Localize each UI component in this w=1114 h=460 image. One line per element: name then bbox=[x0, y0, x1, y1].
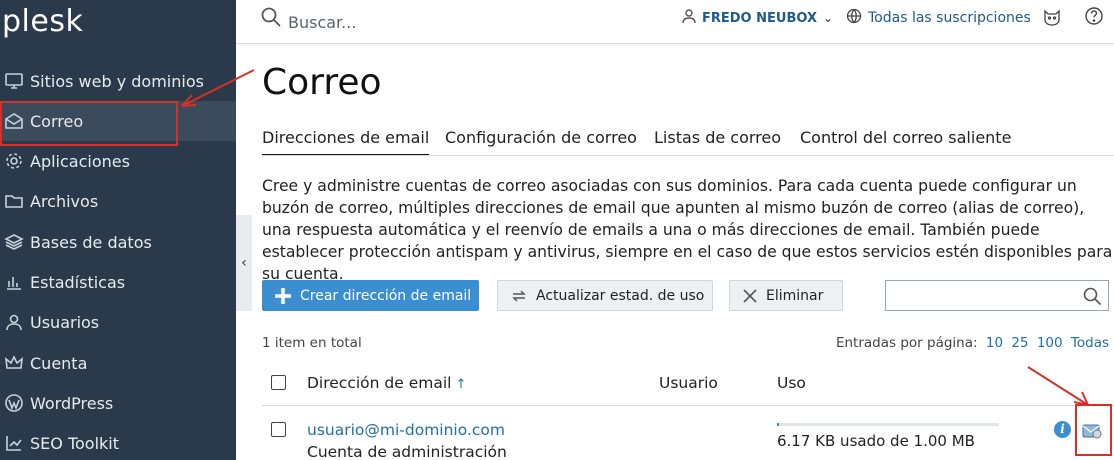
sidebar-collapse-button[interactable]: ‹ bbox=[236, 215, 252, 311]
tab-email-addresses[interactable]: Direcciones de email bbox=[262, 126, 430, 156]
tab-mail-settings[interactable]: Configuración de correo bbox=[445, 126, 637, 156]
sidebar-item-label: Usuarios bbox=[30, 312, 100, 332]
per-page-option-25[interactable]: 25 bbox=[1011, 335, 1028, 351]
sidebar-item-label: Sitios web y dominios bbox=[30, 71, 204, 91]
delete-label: Eliminar bbox=[766, 287, 824, 304]
per-page-option-10[interactable]: 10 bbox=[986, 335, 1003, 351]
email-account-type: Cuenta de administración bbox=[307, 443, 507, 460]
usage-bar-fill bbox=[777, 423, 780, 426]
page-title: Correo bbox=[262, 62, 382, 103]
sidebar-item-files[interactable]: Archivos bbox=[0, 181, 236, 221]
database-icon bbox=[3, 231, 25, 253]
list-search bbox=[885, 280, 1109, 311]
column-email[interactable]: Dirección de email ↑ bbox=[307, 374, 466, 392]
row-checkbox[interactable] bbox=[271, 422, 286, 437]
sidebar-item-users[interactable]: Usuarios bbox=[0, 302, 236, 342]
annotation-highlight-box bbox=[1075, 404, 1112, 456]
per-page-label: Entradas por página: bbox=[835, 335, 978, 351]
tab-mailing-lists[interactable]: Listas de correo bbox=[654, 126, 781, 156]
sidebar-item-label: WordPress bbox=[30, 393, 114, 413]
sidebar-item-label: Correo bbox=[30, 111, 84, 131]
close-icon bbox=[742, 288, 758, 304]
bar-chart-icon bbox=[3, 271, 25, 293]
sidebar-item-databases[interactable]: Bases de datos bbox=[0, 222, 236, 262]
column-email-label: Dirección de email bbox=[307, 374, 452, 392]
user-name: FREDO NEUBOX bbox=[702, 10, 817, 26]
mail-icon bbox=[3, 110, 25, 132]
sidebar: plesk Sitios web y dominios Correo Aplic… bbox=[0, 0, 236, 460]
info-icon[interactable]: i bbox=[1054, 421, 1071, 438]
search-icon bbox=[260, 6, 282, 32]
refresh-icon bbox=[510, 287, 528, 305]
user-icon bbox=[3, 311, 25, 333]
crown-icon bbox=[3, 352, 25, 374]
user-icon bbox=[682, 8, 696, 28]
column-usage[interactable]: Uso bbox=[777, 374, 806, 392]
sidebar-item-websites[interactable]: Sitios web y dominios bbox=[0, 61, 236, 101]
page-description: Cree y administre cuentas de correo asoc… bbox=[262, 177, 1113, 283]
help-icon[interactable] bbox=[1084, 6, 1104, 30]
update-usage-button[interactable]: Actualizar estad. de uso bbox=[497, 280, 713, 311]
tabs-divider bbox=[262, 155, 1114, 156]
usage-bar bbox=[777, 423, 999, 426]
sidebar-item-label: Bases de datos bbox=[30, 232, 152, 252]
sidebar-item-account[interactable]: Cuenta bbox=[0, 343, 236, 383]
delete-button[interactable]: Eliminar bbox=[729, 280, 843, 311]
folder-icon bbox=[3, 190, 25, 212]
gear-icon bbox=[3, 150, 25, 172]
subscriptions-label: Todas las suscripciones bbox=[868, 10, 1031, 26]
cat-icon[interactable] bbox=[1042, 7, 1062, 31]
seo-chart-icon bbox=[3, 432, 25, 454]
sidebar-item-statistics[interactable]: Estadísticas bbox=[0, 262, 236, 302]
sidebar-item-label: Cuenta bbox=[30, 353, 88, 373]
sidebar-item-applications[interactable]: Aplicaciones bbox=[0, 141, 236, 181]
usage-text: 6.17 KB usado de 1.00 MB bbox=[777, 432, 975, 450]
sidebar-item-label: Archivos bbox=[30, 191, 99, 211]
header-divider bbox=[262, 405, 1114, 406]
column-user[interactable]: Usuario bbox=[659, 374, 718, 392]
sidebar-item-seo-toolkit[interactable]: SEO Toolkit bbox=[0, 423, 236, 460]
items-total: 1 item en total bbox=[262, 335, 362, 351]
plus-icon bbox=[274, 287, 292, 305]
sidebar-item-mail[interactable]: Correo bbox=[0, 101, 236, 146]
plesk-logo[interactable]: plesk bbox=[2, 4, 83, 39]
sidebar-item-wordpress[interactable]: WordPress bbox=[0, 383, 236, 423]
user-menu[interactable]: FREDO NEUBOX ⌄ bbox=[682, 8, 833, 28]
search-icon[interactable] bbox=[1082, 286, 1102, 310]
sidebar-item-label: Aplicaciones bbox=[30, 151, 130, 171]
sidebar-item-label: Estadísticas bbox=[30, 272, 126, 292]
sidebar-item-label: SEO Toolkit bbox=[30, 433, 120, 453]
sort-arrow-icon: ↑ bbox=[455, 377, 467, 392]
wordpress-icon bbox=[3, 392, 25, 414]
email-address-link[interactable]: usuario@mi-dominio.com bbox=[307, 421, 505, 439]
create-email-button[interactable]: Crear dirección de email bbox=[262, 280, 479, 311]
subscriptions-selector[interactable]: Todas las suscripciones bbox=[846, 8, 1031, 28]
global-search-input[interactable] bbox=[288, 7, 568, 37]
tab-outgoing-mail-control[interactable]: Control del correo saliente bbox=[800, 126, 1011, 156]
update-usage-label: Actualizar estad. de uso bbox=[536, 287, 705, 304]
chevron-down-icon: ⌄ bbox=[822, 11, 834, 25]
per-page-option-all[interactable]: Todas bbox=[1071, 335, 1109, 351]
per-page-option-100[interactable]: 100 bbox=[1037, 335, 1063, 351]
create-email-label: Crear dirección de email bbox=[300, 287, 472, 304]
entries-per-page: Entradas por página: 10 25 100 Todas bbox=[836, 335, 1109, 351]
globe-icon bbox=[846, 8, 862, 28]
list-search-input[interactable] bbox=[886, 281, 1076, 310]
monitor-icon bbox=[3, 70, 25, 92]
select-all-checkbox[interactable] bbox=[271, 375, 286, 390]
top-bar: FREDO NEUBOX ⌄ Todas las suscripciones bbox=[236, 0, 1114, 44]
